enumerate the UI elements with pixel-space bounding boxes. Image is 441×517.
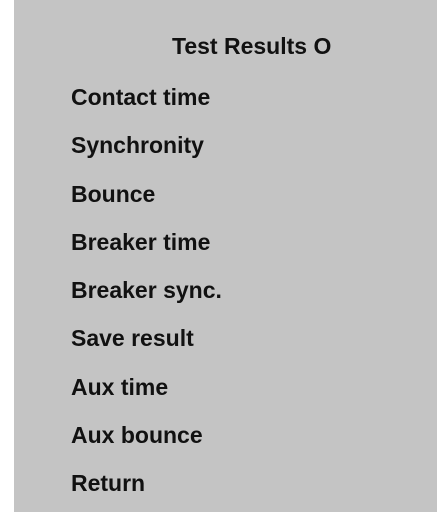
test-results-screen: Test Results O Contact time Synchronity … <box>14 0 437 512</box>
menu-item-contact-time[interactable]: Contact time <box>71 82 222 130</box>
menu-item-save-result[interactable]: Save result <box>71 323 222 371</box>
results-menu: Contact time Synchronity Bounce Breaker … <box>71 82 222 517</box>
menu-item-breaker-time[interactable]: Breaker time <box>71 227 222 275</box>
menu-item-return[interactable]: Return <box>71 468 222 516</box>
menu-item-bounce[interactable]: Bounce <box>71 179 222 227</box>
menu-item-breaker-sync[interactable]: Breaker sync. <box>71 275 222 323</box>
screen-title: Test Results O <box>172 33 332 59</box>
menu-item-synchronity[interactable]: Synchronity <box>71 130 222 178</box>
menu-item-aux-time[interactable]: Aux time <box>71 372 222 420</box>
menu-item-aux-bounce[interactable]: Aux bounce <box>71 420 222 468</box>
